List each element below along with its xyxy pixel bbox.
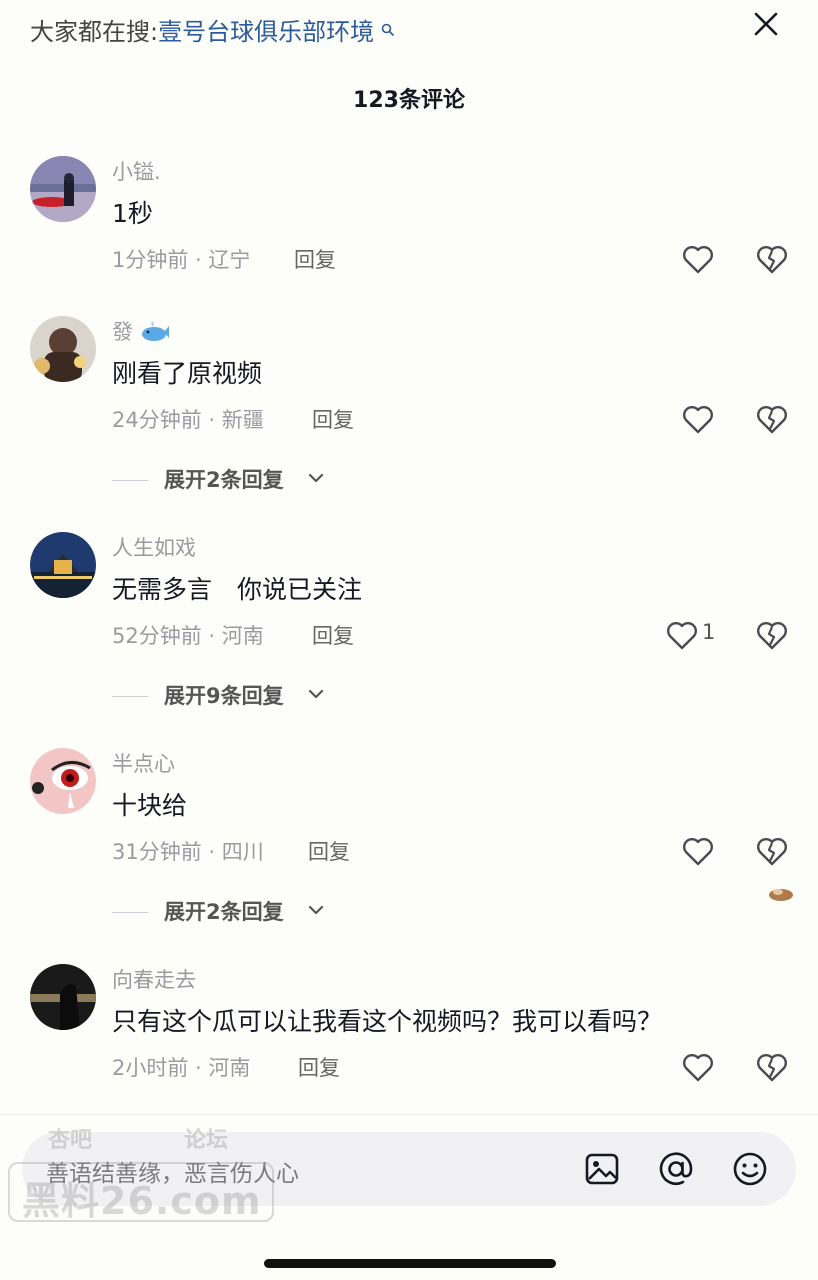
comment-username[interactable]: 半点心 [112, 748, 175, 778]
dislike-button[interactable] [754, 618, 790, 654]
dislike-button[interactable] [754, 1050, 790, 1086]
dislike-button[interactable] [754, 242, 790, 278]
like-count: 1 [702, 620, 716, 644]
search-prefix: 大家都在搜: [30, 18, 159, 46]
broken-heart-icon [757, 246, 787, 274]
reply-button[interactable]: 回复 [294, 244, 336, 274]
expand-divider [112, 696, 148, 697]
comment-username[interactable]: 小镒. [112, 156, 161, 186]
comment-username[interactable]: 向春走去 [112, 964, 196, 994]
comment-time-location: 52分钟前 · 河南 [112, 624, 264, 648]
comment-text: 只有这个瓜可以让我看这个视频吗？我可以看吗？ [112, 1007, 663, 1036]
close-button[interactable] [746, 6, 786, 46]
avatar[interactable] [30, 156, 96, 222]
mention-button[interactable] [656, 1149, 696, 1189]
expand-divider [112, 480, 148, 481]
chevron-down-icon [308, 905, 324, 915]
broken-heart-icon [757, 838, 787, 866]
like-button[interactable] [680, 242, 716, 278]
expand-divider [112, 912, 148, 913]
broken-heart-icon [757, 1054, 787, 1082]
like-button[interactable] [680, 834, 716, 870]
home-indicator[interactable] [264, 1259, 556, 1268]
avatar[interactable] [30, 316, 96, 382]
broken-heart-icon [757, 622, 787, 650]
like-button[interactable] [680, 1050, 716, 1086]
comment-username[interactable]: 人生如戏 [112, 532, 196, 562]
expand-replies-label: 展开2条回复 [164, 900, 284, 924]
comment-input-placeholder: 善语结善缘，恶言伤人心 [46, 1161, 299, 1187]
reply-button[interactable]: 回复 [298, 1052, 340, 1082]
emoji-button[interactable] [730, 1149, 770, 1189]
heart-icon [683, 1054, 713, 1082]
comment-item: 半点心 十块给 31分钟前 · 四川 回复 展开2条回复 [0, 748, 818, 948]
comment-text: 刚看了原视频 [112, 359, 263, 388]
like-button[interactable] [680, 402, 716, 438]
comment-text: 1秒 [112, 199, 153, 228]
comment-text: 十块给 [112, 791, 188, 820]
comment-time-location: 24分钟前 · 新疆 [112, 408, 264, 432]
chevron-down-icon [308, 689, 324, 699]
comment-time-location: 31分钟前 · 四川 [112, 840, 264, 864]
search-suggestion[interactable]: 大家都在搜:壹号台球俱乐部环境 [30, 14, 395, 50]
comment-username-text: 發 [112, 320, 133, 344]
floating-sticker-icon[interactable] [766, 884, 796, 904]
image-icon [585, 1153, 619, 1185]
reply-button[interactable]: 回复 [312, 620, 354, 650]
search-term-link[interactable]: 壹号台球俱乐部环境 [158, 18, 374, 46]
chevron-down-icon [308, 473, 324, 483]
image-button[interactable] [582, 1149, 622, 1189]
heart-icon [683, 838, 713, 866]
comment-text: 无需多言 你说已关注 [112, 575, 363, 604]
avatar[interactable] [30, 964, 96, 1030]
avatar[interactable] [30, 748, 96, 814]
heart-icon [683, 406, 713, 434]
comment-username[interactable]: 發 [112, 316, 170, 346]
broken-heart-icon [757, 406, 787, 434]
comment-item: 發 刚看了原视频 24分钟前 · 新疆 回复 展开2条回复 [0, 316, 818, 516]
reply-button[interactable]: 回复 [312, 404, 354, 434]
like-button[interactable] [664, 618, 700, 654]
at-icon [659, 1152, 693, 1185]
input-divider [0, 1114, 818, 1115]
smiley-icon [733, 1152, 767, 1186]
search-icon [376, 23, 395, 41]
dislike-button[interactable] [754, 834, 790, 870]
whale-icon [141, 321, 169, 341]
dislike-button[interactable] [754, 402, 790, 438]
avatar[interactable] [30, 532, 96, 598]
close-icon [754, 12, 778, 36]
heart-icon [667, 622, 697, 650]
heart-icon [683, 246, 713, 274]
comment-time-location: 2小时前 · 河南 [112, 1056, 251, 1080]
comment-time-location: 1分钟前 · 辽宁 [112, 248, 251, 272]
expand-replies-label: 展开9条回复 [164, 684, 284, 708]
comment-item: 人生如戏 无需多言 你说已关注 52分钟前 · 河南 回复 1 展开9条回复 [0, 532, 818, 732]
reply-button[interactable]: 回复 [308, 836, 350, 866]
comment-input[interactable]: 善语结善缘，恶言伤人心 [22, 1132, 796, 1206]
comment-count-title: 123条评论 [353, 88, 465, 113]
expand-replies-label: 展开2条回复 [164, 468, 284, 492]
